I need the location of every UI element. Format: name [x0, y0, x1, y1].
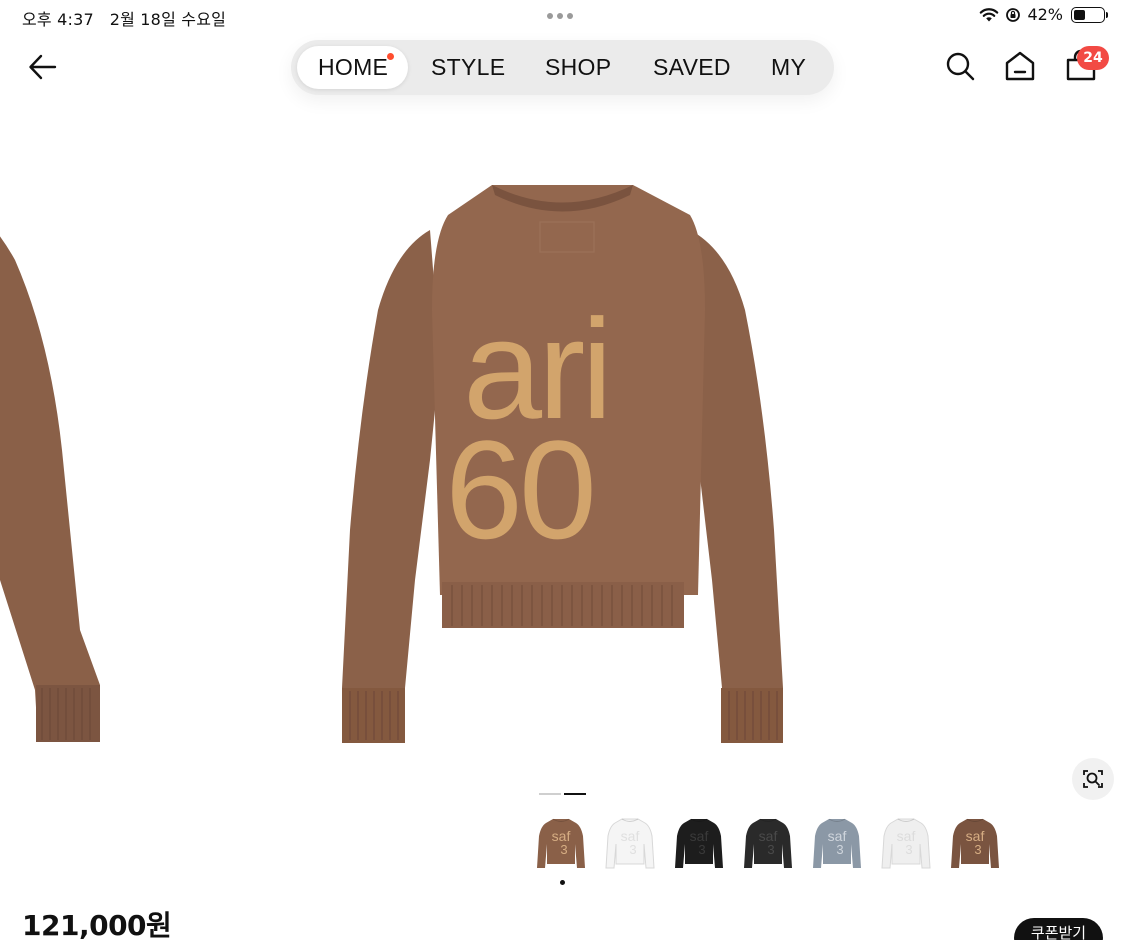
- sweater-thumb-image: saf3: [744, 818, 792, 868]
- product-price: 121,000원: [22, 909, 172, 940]
- visual-search-button[interactable]: [1072, 758, 1114, 800]
- color-option-thumb[interactable]: saf 3: [743, 814, 793, 874]
- status-clock: 오후 4:37: [22, 10, 94, 29]
- sweater-thumb-image: saf3: [605, 818, 655, 869]
- wifi-icon: [980, 7, 999, 21]
- get-coupon-button[interactable]: 쿠폰받기: [1014, 918, 1103, 940]
- status-date: 2월 18일 수요일: [109, 10, 227, 29]
- battery-fill: [1074, 9, 1085, 20]
- thumb-logo-line2: 3: [698, 842, 705, 857]
- status-bar: 오후 4:37 2월 18일 수요일 42%: [0, 0, 1125, 34]
- thumb-logo-line2: 3: [836, 842, 843, 857]
- home-icon[interactable]: [1003, 49, 1037, 83]
- new-indicator-dot: [387, 53, 394, 60]
- color-option-thumb[interactable]: saf 3: [950, 814, 1000, 874]
- tab-shop[interactable]: SHOP: [545, 54, 611, 81]
- slide-indicator-1: [539, 793, 561, 795]
- sweater-logo-line2: 60: [445, 411, 593, 568]
- thumb-logo-line2: 3: [560, 842, 567, 857]
- tab-my[interactable]: MY: [771, 54, 806, 81]
- color-option-thumb[interactable]: saf 3: [674, 814, 724, 874]
- sweater-thumb-image: saf3: [951, 818, 999, 868]
- tab-saved[interactable]: SAVED: [653, 54, 731, 81]
- top-nav-tabs: HOME STYLE SHOP SAVED MY: [291, 40, 834, 95]
- product-image-carousel[interactable]: ari 60: [0, 110, 1125, 780]
- multitasking-dots-icon[interactable]: [547, 13, 573, 19]
- sweater-thumb-image: saf3: [881, 818, 931, 869]
- sweater-thumb-image: saf3: [675, 818, 723, 868]
- main-sweater-image: ari 60: [342, 185, 783, 743]
- thumb-logo-line2: 3: [767, 842, 774, 857]
- slide-indicator: [539, 793, 586, 795]
- color-option-thumb[interactable]: saf 3: [881, 814, 931, 874]
- color-option-list: saf 3 saf 3 saf 3 saf 3 saf 3 saf 3 saf 3: [536, 814, 1000, 874]
- thumb-logo-line2: 3: [905, 842, 912, 857]
- rotation-lock-icon: [1006, 7, 1021, 22]
- cart-count-badge: 24: [1077, 46, 1109, 70]
- color-option-thumb[interactable]: saf 3: [605, 814, 655, 874]
- thumb-logo-line2: 3: [974, 842, 981, 857]
- battery-icon: [1071, 6, 1108, 23]
- status-time: 오후 4:37 2월 18일 수요일: [22, 6, 226, 30]
- previous-slide-image: [0, 236, 100, 742]
- lens-search-icon: [1083, 770, 1103, 788]
- thumb-logo-line2: 3: [629, 842, 636, 857]
- color-option-thumb[interactable]: saf 3: [536, 814, 586, 874]
- sweater-thumb-image: saf3: [537, 818, 585, 868]
- tab-home[interactable]: HOME: [318, 54, 388, 81]
- slide-indicator-2: [564, 793, 586, 795]
- selected-color-indicator: [560, 880, 565, 885]
- status-indicators: 42%: [979, 5, 1108, 24]
- tab-style[interactable]: STYLE: [431, 54, 505, 81]
- color-option-thumb[interactable]: saf 3: [812, 814, 862, 874]
- sweater-thumb-image: saf3: [813, 818, 861, 868]
- search-icon[interactable]: [943, 49, 977, 83]
- product-image: ari 60: [0, 185, 783, 743]
- back-arrow-icon[interactable]: [26, 50, 60, 84]
- battery-percent: 42%: [1027, 5, 1063, 24]
